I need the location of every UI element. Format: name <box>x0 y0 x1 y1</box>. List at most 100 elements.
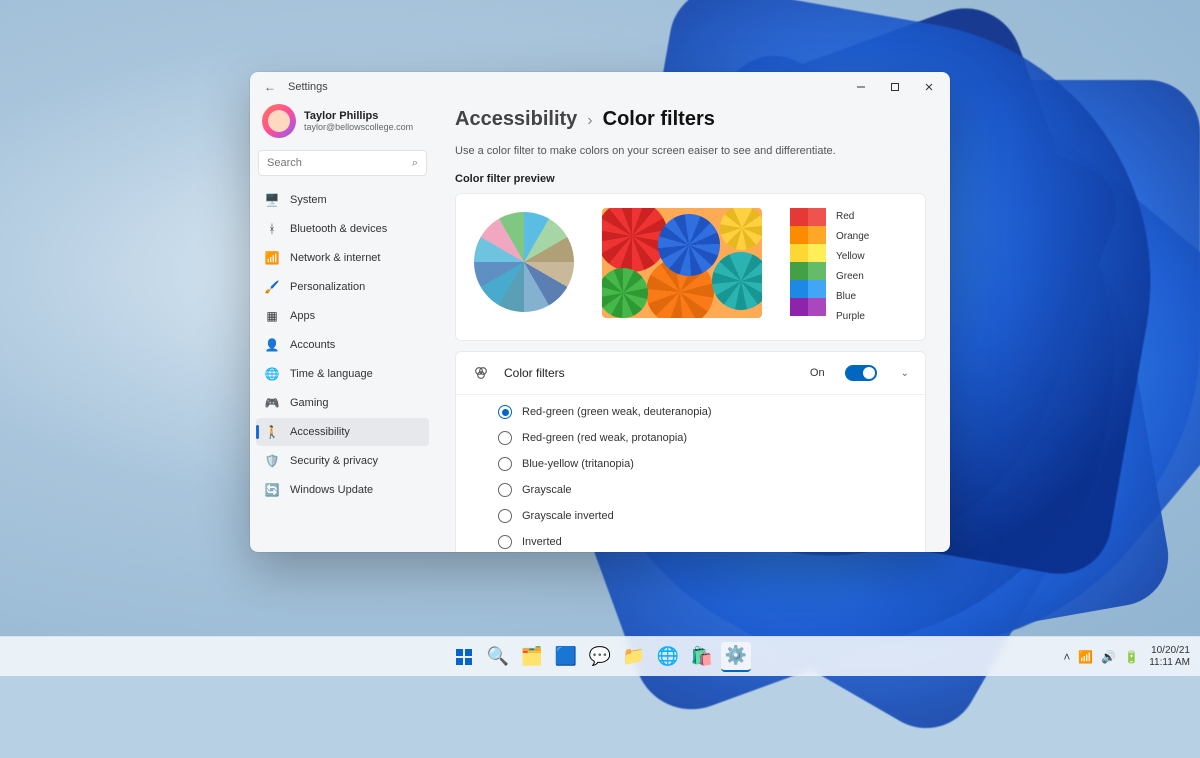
color-swatch <box>808 298 826 316</box>
profile-block[interactable]: Taylor Phillips taylor@bellowscollege.co… <box>256 102 429 148</box>
page-description: Use a color filter to make colors on you… <box>455 145 926 157</box>
profile-name: Taylor Phillips <box>304 110 413 122</box>
start-button[interactable] <box>449 642 479 672</box>
preview-title: Color filter preview <box>455 173 926 185</box>
wifi-tray-icon[interactable]: 📶 <box>1078 650 1093 664</box>
battery-tray-icon[interactable]: 🔋 <box>1124 650 1139 664</box>
color-filters-toggle-row[interactable]: Color filters On ⌄ <box>456 352 925 394</box>
filter-option[interactable]: Grayscale <box>498 477 909 503</box>
taskbar-clock[interactable]: 10/20/21 11:11 AM <box>1149 645 1190 669</box>
sidebar-item-time-language[interactable]: 🌐 Time & language <box>256 360 429 388</box>
color-swatch <box>808 244 826 262</box>
filter-option-label: Grayscale <box>522 484 572 496</box>
brush-icon: 🖌️ <box>264 279 280 295</box>
window-title: Settings <box>288 81 328 93</box>
sidebar-item-label: Time & language <box>290 368 373 380</box>
settings-app-icon[interactable]: ⚙️ <box>721 642 751 672</box>
filter-option[interactable]: Inverted <box>498 529 909 552</box>
sidebar-item-system[interactable]: 🖥️System <box>256 186 429 214</box>
update-icon: 🔄 <box>264 482 280 498</box>
color-swatch <box>790 262 808 280</box>
sidebar-item-label: Personalization <box>290 281 365 293</box>
sidebar-item-gaming[interactable]: 🎮Gaming <box>256 389 429 417</box>
close-button[interactable] <box>912 72 946 102</box>
swatch-label: Purple <box>836 308 869 326</box>
filter-option[interactable]: Red-green (red weak, protanopia) <box>498 425 909 451</box>
taskbar-search-icon[interactable]: 🔍 <box>483 642 513 672</box>
color-swatch <box>790 208 808 226</box>
bluetooth-icon: ᚼ <box>264 221 280 237</box>
filter-option-label: Blue-yellow (tritanopia) <box>522 458 634 470</box>
tray-overflow-icon[interactable]: ˄ <box>1063 650 1070 664</box>
preview-card: RedOrangeYellowGreenBluePurple <box>455 193 926 341</box>
sidebar-item-network-internet[interactable]: 📶 Network & internet <box>256 244 429 272</box>
swatch-label: Green <box>836 268 869 286</box>
wifi-icon: 📶 <box>264 250 280 266</box>
color-filters-card: Color filters On ⌄ Red-green (green weak… <box>455 351 926 552</box>
apps-icon: ▦ <box>264 308 280 324</box>
filter-option[interactable]: Grayscale inverted <box>498 503 909 529</box>
search-icon: ⌕ <box>412 157 418 170</box>
sidebar-item-accounts[interactable]: 👤Accounts <box>256 331 429 359</box>
sidebar-item-label: Network & internet <box>290 252 380 264</box>
radio-icon <box>498 483 512 497</box>
color-swatch <box>808 262 826 280</box>
sidebar-item-personalization[interactable]: 🖌️ Personalization <box>256 273 429 301</box>
taskbar-center: 🔍 🗂️ 🟦 💬 📁 🌐 🛍️ ⚙️ <box>449 642 751 672</box>
avatar <box>262 104 296 138</box>
color-swatch <box>790 244 808 262</box>
store-icon[interactable]: 🛍️ <box>687 642 717 672</box>
swatch-preview: RedOrangeYellowGreenBluePurple <box>790 208 869 326</box>
shield-icon: 🛡️ <box>264 453 280 469</box>
breadcrumb-parent[interactable]: Accessibility <box>455 108 577 131</box>
time-icon: 🌐 <box>264 366 280 382</box>
filter-option-label: Red-green (red weak, protanopia) <box>522 432 687 444</box>
toggle-switch[interactable] <box>845 365 877 381</box>
filter-option[interactable]: Blue-yellow (tritanopia) <box>498 451 909 477</box>
search-input[interactable] <box>267 157 412 169</box>
sidebar-item-windows-update[interactable]: 🔄Windows Update <box>256 476 429 504</box>
breadcrumb-current: Color filters <box>603 108 715 131</box>
volume-tray-icon[interactable]: 🔊 <box>1101 650 1116 664</box>
taskbar-date: 10/20/21 <box>1149 645 1190 657</box>
sidebar-item-label: Accessibility <box>290 426 350 438</box>
radio-icon <box>498 457 512 471</box>
radio-icon <box>498 535 512 549</box>
filter-option[interactable]: Red-green (green weak, deuteranopia) <box>498 399 909 425</box>
breadcrumb: Accessibility › Color filters <box>455 108 926 131</box>
accessibility-icon: 🚶 <box>264 424 280 440</box>
system-tray[interactable]: ˄ 📶 🔊 🔋 10/20/21 11:11 AM <box>1063 645 1190 669</box>
color-swatch <box>808 208 826 226</box>
chevron-right-icon: › <box>587 112 592 130</box>
titlebar: ← Settings <box>250 72 950 102</box>
photo-preview <box>602 208 762 318</box>
edge-icon[interactable]: 🌐 <box>653 642 683 672</box>
swatch-label: Orange <box>836 228 869 246</box>
maximize-button[interactable] <box>878 72 912 102</box>
chat-icon[interactable]: 💬 <box>585 642 615 672</box>
widgets-icon[interactable]: 🟦 <box>551 642 581 672</box>
search-box[interactable]: ⌕ <box>258 150 427 176</box>
sidebar-item-accessibility[interactable]: 🚶 Accessibility <box>256 418 429 446</box>
sidebar-item-security-privacy[interactable]: 🛡️ Security & privacy <box>256 447 429 475</box>
profile-email: taylor@bellowscollege.com <box>304 122 413 132</box>
toggle-state-text: On <box>810 367 825 379</box>
gaming-icon: 🎮 <box>264 395 280 411</box>
swatch-label: Yellow <box>836 248 869 266</box>
toggle-label: Color filters <box>504 366 796 380</box>
chevron-down-icon: ⌄ <box>901 368 909 379</box>
color-swatch <box>808 280 826 298</box>
taskbar: 🔍 🗂️ 🟦 💬 📁 🌐 🛍️ ⚙️ ˄ 📶 🔊 🔋 10/20/21 11:1… <box>0 636 1200 676</box>
file-explorer-icon[interactable]: 📁 <box>619 642 649 672</box>
sidebar-item-apps[interactable]: ▦Apps <box>256 302 429 330</box>
back-button[interactable]: ← <box>258 80 282 94</box>
filter-icon <box>472 364 490 382</box>
sidebar-item-bluetooth-devices[interactable]: ᚼBluetooth & devices <box>256 215 429 243</box>
task-view-icon[interactable]: 🗂️ <box>517 642 547 672</box>
settings-window: ← Settings Taylor Phillips taylor@bellow… <box>250 72 950 552</box>
swatch-label: Blue <box>836 288 869 306</box>
taskbar-time: 11:11 AM <box>1149 657 1190 669</box>
minimize-button[interactable] <box>844 72 878 102</box>
sidebar-item-label: Security & privacy <box>290 455 378 467</box>
sidebar: Taylor Phillips taylor@bellowscollege.co… <box>250 102 435 552</box>
